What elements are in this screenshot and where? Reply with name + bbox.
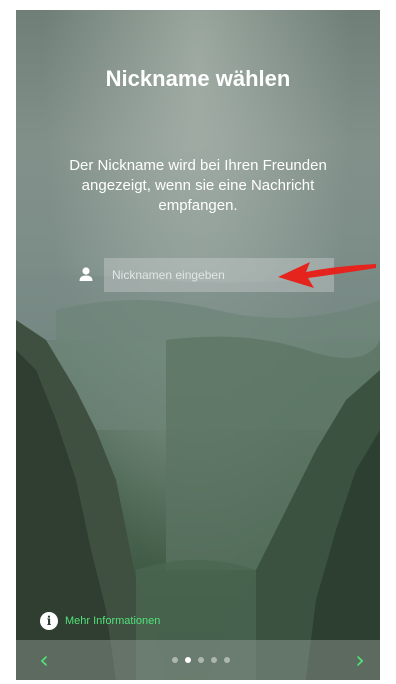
onboarding-screen: Nickname wählen Der Nickname wird bei Ih… — [16, 10, 380, 680]
more-info-link[interactable]: i Mehr Informationen — [40, 612, 160, 630]
info-icon: i — [40, 612, 58, 630]
pager-bar: ‹ › — [16, 640, 380, 680]
mountain-background-image — [16, 275, 380, 680]
chevron-right-icon[interactable]: › — [346, 644, 374, 676]
page-title: Nickname wählen — [105, 66, 291, 91]
page-indicator — [172, 657, 230, 663]
page-dot — [211, 657, 217, 663]
page-description: Der Nickname wird bei Ihren Freunden ang… — [69, 157, 327, 214]
red-arrow-icon — [278, 262, 376, 288]
page-dot — [198, 657, 204, 663]
user-icon — [79, 267, 93, 281]
page-dot-active — [185, 657, 191, 663]
more-info-label: Mehr Informationen — [65, 615, 161, 627]
chevron-left-icon[interactable]: ‹ — [30, 644, 58, 676]
page-dot — [172, 657, 178, 663]
page-dot — [224, 657, 230, 663]
